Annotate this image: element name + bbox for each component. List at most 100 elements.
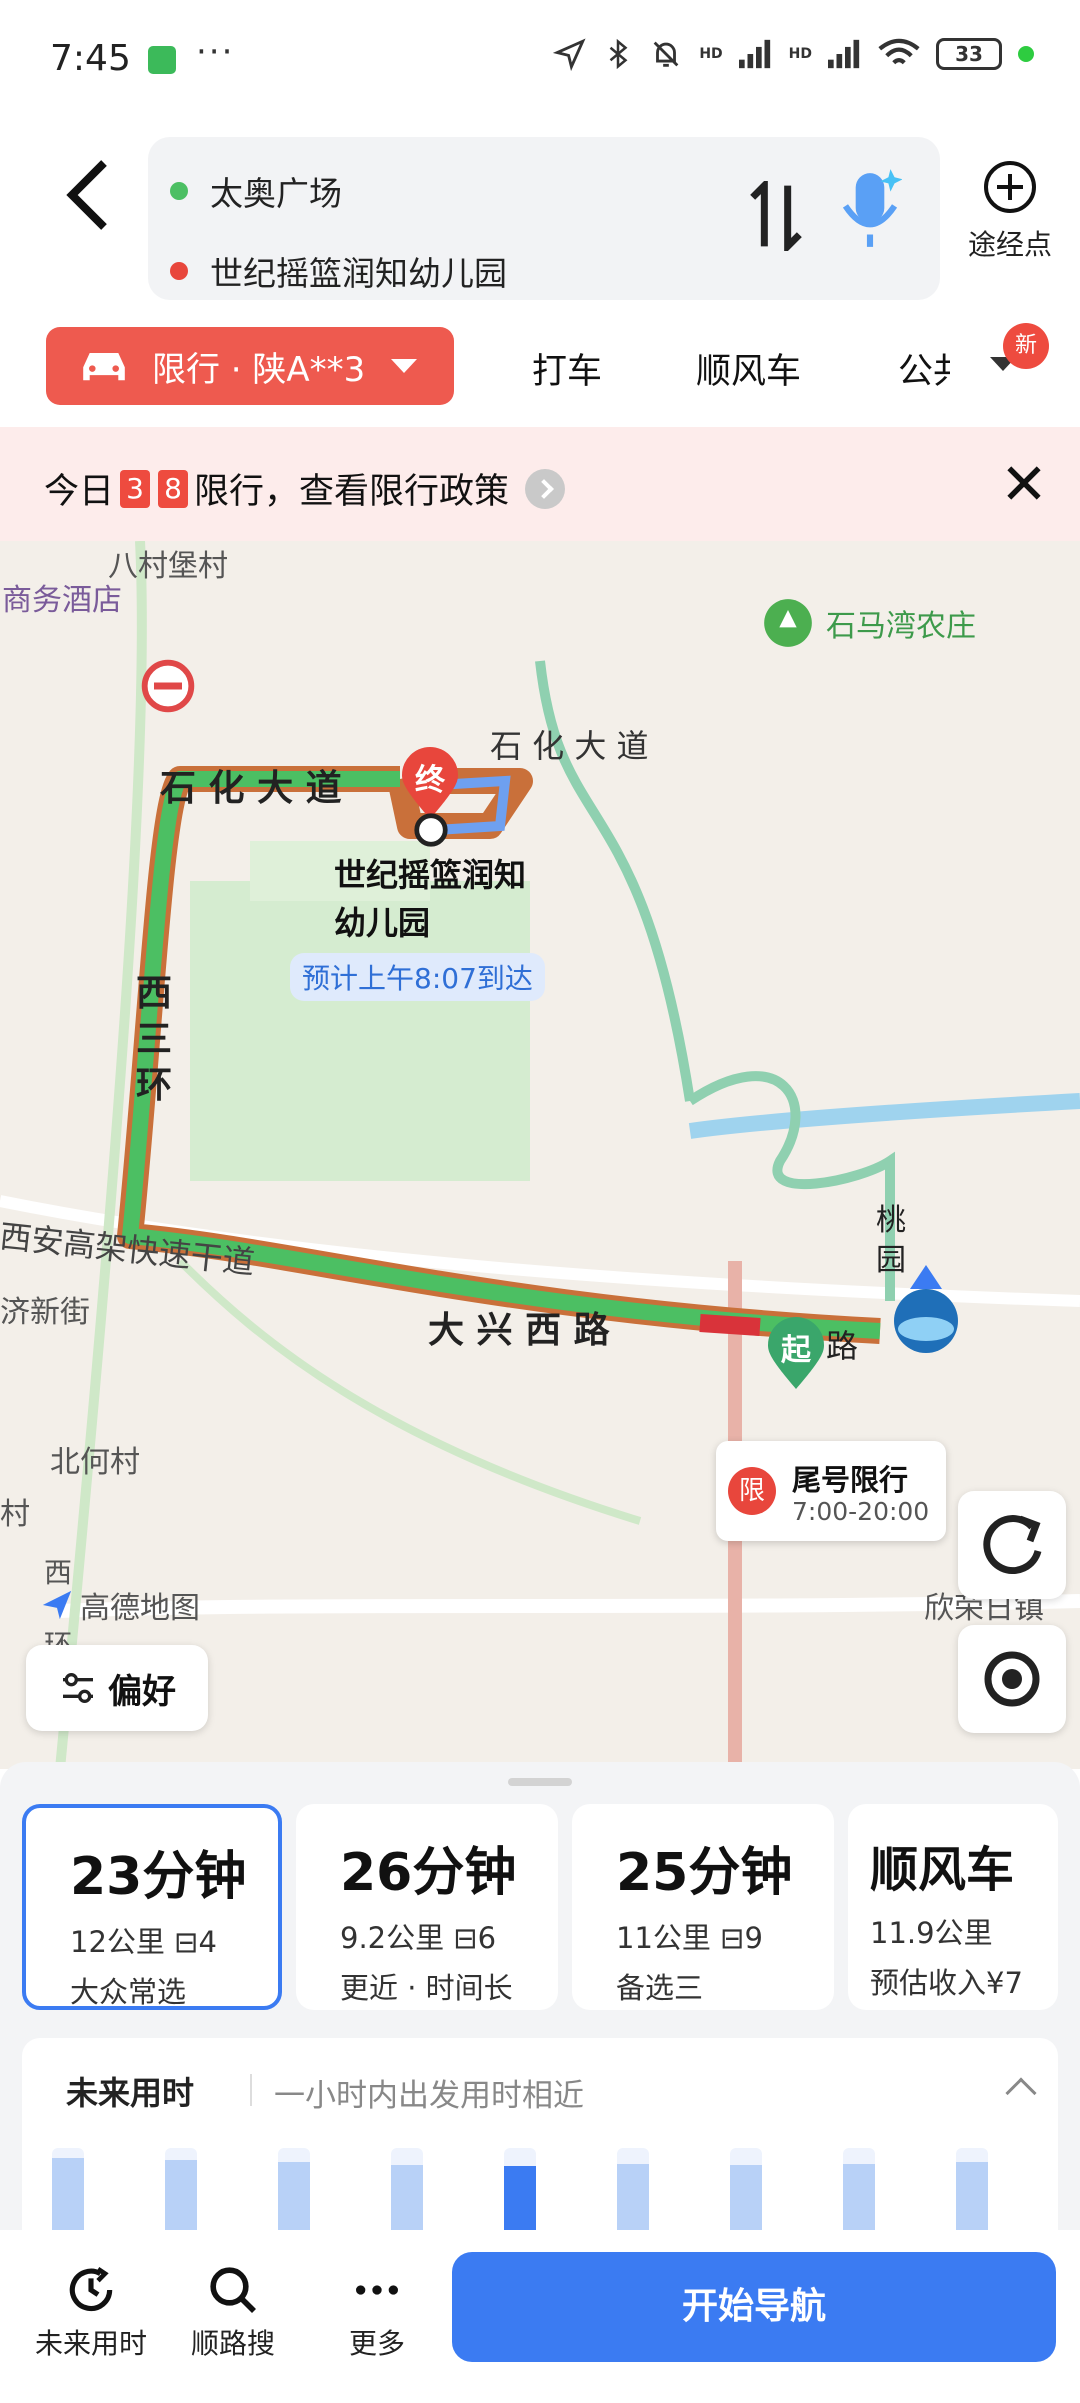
road-label-lu: 路 xyxy=(826,1327,859,1365)
origin-row[interactable]: 太奥广场 xyxy=(170,167,342,215)
destination-text: 世纪摇篮润知幼儿园 xyxy=(210,254,507,293)
sliders-icon xyxy=(63,1673,93,1703)
restriction-badge: 限 xyxy=(728,1467,776,1515)
voice-mic-icon[interactable] xyxy=(838,165,902,255)
origin-text: 太奥广场 xyxy=(210,174,342,213)
swap-icon[interactable] xyxy=(748,181,804,251)
destination-row[interactable]: 世纪摇篮润知幼儿园 xyxy=(170,247,507,295)
new-badge: 新 xyxy=(1003,323,1049,369)
route-card-carpool[interactable]: 顺风车 11.9公里 预估收入¥7 xyxy=(848,1804,1058,2010)
route-time: 顺风车 xyxy=(870,1842,1015,1898)
clock-icon xyxy=(69,2267,113,2312)
route-time: 23分钟 xyxy=(70,1847,247,1907)
map-label-beihe: 北何村 xyxy=(50,1445,140,1480)
start-marker-label: 起 xyxy=(781,1333,811,1368)
tab-transit[interactable]: 公共 xyxy=(898,343,950,394)
wifi-icon xyxy=(878,38,920,65)
future-title: 未来用时 xyxy=(66,2074,195,2112)
origin-dot-icon xyxy=(170,182,188,200)
current-location-icon xyxy=(894,1265,958,1353)
sheet-handle[interactable] xyxy=(508,1778,572,1786)
destination-map-label: 世纪摇篮润知 幼儿园 xyxy=(334,856,527,942)
via-point-button[interactable]: 途经点 xyxy=(960,161,1060,263)
drive-mode-chip[interactable]: 限行 · 陕A**3 xyxy=(46,327,454,405)
nav-future-label: 未来用时 xyxy=(34,2327,147,2360)
close-icon[interactable] xyxy=(1002,461,1046,505)
future-subtitle: 一小时内出发用时相近 xyxy=(274,2078,584,2114)
locate-button[interactable] xyxy=(958,1625,1066,1733)
locate-icon xyxy=(984,1651,1040,1707)
route-tag: 更近 · 时间长 xyxy=(340,1971,513,2005)
restricted-digit-2: 8 xyxy=(158,469,189,508)
end-marker-label: 终 xyxy=(415,763,445,798)
traffic-light-icon: ⊟ xyxy=(453,1921,478,1955)
bottom-nav: 未来用时 顺路搜 更多 开始导航 xyxy=(0,2230,1080,2403)
route-time: 25分钟 xyxy=(616,1843,793,1903)
route-card-3[interactable]: 25分钟 11公里 ⊟9 备选三 xyxy=(572,1804,834,2010)
notice-suffix: 限行，查看限行政策 xyxy=(194,472,510,512)
route-input-box: 太奥广场 世纪摇篮润知幼儿园 xyxy=(148,137,940,300)
clock: 7:45 xyxy=(50,38,131,79)
tab-carpool[interactable]: 顺风车 xyxy=(696,343,801,394)
add-circle-icon xyxy=(984,161,1036,213)
signal-hd-icon-2: HD xyxy=(788,46,812,62)
no-entry-icon xyxy=(141,659,195,713)
map-label-hotel: 商务酒店 xyxy=(2,583,122,618)
route-tag: 大众常选 xyxy=(70,1975,187,2009)
preference-button[interactable]: 偏好 xyxy=(26,1645,208,1731)
restriction-title: 尾号限行 xyxy=(792,1463,909,1497)
bluetooth-icon xyxy=(610,38,628,70)
destination-dot-icon xyxy=(414,813,448,847)
signal-icon-2 xyxy=(828,39,860,69)
route-dist: 12公里 ⊟4 xyxy=(70,1925,217,1959)
traffic-light-icon: ⊟ xyxy=(720,1921,745,1955)
chevron-right-icon[interactable] xyxy=(525,468,566,509)
route-time: 26分钟 xyxy=(340,1843,517,1903)
refresh-icon xyxy=(983,1515,1042,1575)
map-view[interactable]: 八村堡村 商务酒店 石马湾农庄 石 化 大 道 石 化 大 道 西 三 环 西安… xyxy=(0,541,1080,1769)
future-time-panel[interactable]: 未来用时 一小时内出发用时相近 xyxy=(22,2038,1058,2268)
road-label-daxing: 大 兴 西 路 xyxy=(428,1310,610,1351)
amap-logo-icon xyxy=(42,1590,72,1620)
congestion-segment xyxy=(699,1314,761,1336)
chevron-up-icon[interactable] xyxy=(1005,2077,1037,2109)
route-tag: 备选三 xyxy=(616,1971,704,2005)
eta-label: 预计上午8:07到达 xyxy=(290,953,545,1001)
restricted-digit-1: 3 xyxy=(120,469,151,508)
mute-icon xyxy=(653,41,679,67)
car-icon xyxy=(83,353,125,381)
amap-logo: 高德地图 xyxy=(40,1583,200,1627)
divider xyxy=(250,2074,252,2106)
map-label-street: 济新街 xyxy=(0,1295,90,1330)
restriction-notice[interactable]: 今日 3 8 限行，查看限行政策 xyxy=(0,427,1080,541)
river xyxy=(688,1093,1080,1139)
road-label-shihua-2: 石 化 大 道 xyxy=(490,727,649,765)
start-navigation-button[interactable]: 开始导航 xyxy=(452,2252,1056,2362)
refresh-button[interactable] xyxy=(958,1491,1066,1599)
route-header: 太奥广场 世纪摇篮润知幼儿园 途经点 限行 · 陕A**3 打车 顺风车 公共 … xyxy=(0,125,1080,425)
tab-taxi[interactable]: 打车 xyxy=(532,343,602,394)
farm-poi-icon xyxy=(764,599,812,647)
nav-search-along[interactable]: 顺路搜 xyxy=(158,2258,308,2362)
back-arrow-icon[interactable] xyxy=(60,155,120,235)
status-bar: 7:45 ··· HD HD 33 xyxy=(0,0,1080,125)
nav-more[interactable]: 更多 xyxy=(302,2258,452,2362)
map-label-village-left: 村 xyxy=(0,1497,30,1532)
more-icon xyxy=(356,2285,398,2295)
signal-icon xyxy=(738,39,770,69)
amap-logo-text: 高德地图 xyxy=(80,1591,200,1626)
route-tag: 预估收入¥7 xyxy=(870,1966,1023,2000)
start-pin[interactable]: 起 xyxy=(764,1313,828,1393)
route-card-2[interactable]: 26分钟 9.2公里 ⊟6 更近 · 时间长 xyxy=(296,1804,558,2010)
nav-future-time[interactable]: 未来用时 xyxy=(16,2258,166,2362)
restriction-popup[interactable]: 限 尾号限行 7:00-20:00 xyxy=(716,1441,946,1541)
notice-prefix: 今日 xyxy=(44,472,115,512)
route-card-1[interactable]: 23分钟 12公里 ⊟4 大众常选 xyxy=(22,1804,282,2010)
signal-hd-icon: HD xyxy=(699,46,723,62)
traffic-light-icon: ⊟ xyxy=(174,1925,199,1959)
route-dist: 11公里 ⊟9 xyxy=(616,1921,763,1955)
restriction-hours: 7:00-20:00 xyxy=(792,1497,930,1526)
road-label-xisanhuan: 西 三 环 xyxy=(136,973,173,1106)
route-dist: 11.9公里 xyxy=(870,1916,993,1950)
map-label-farm: 石马湾农庄 xyxy=(826,609,976,644)
